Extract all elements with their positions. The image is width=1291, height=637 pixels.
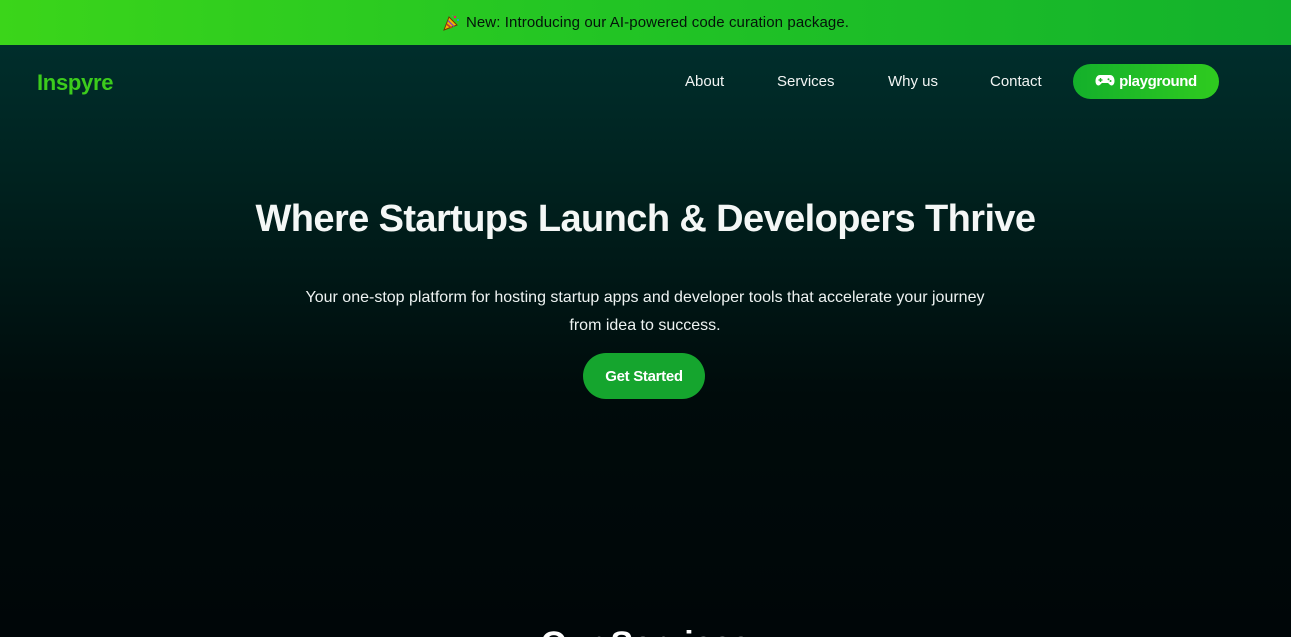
brand-logo[interactable]: Inspyre (37, 70, 113, 96)
gamepad-icon (1095, 73, 1115, 91)
playground-button[interactable]: playground (1073, 64, 1219, 99)
announcement-bar[interactable]: New: Introducing our AI-powered code cur… (0, 0, 1291, 45)
services-heading-clipped: Our Services (0, 624, 1291, 637)
nav-link-why-us[interactable]: Why us (888, 73, 938, 90)
landing-page: New: Introducing our AI-powered code cur… (0, 0, 1291, 637)
top-navbar: Inspyre About Services Why us Contact pl… (0, 45, 1291, 119)
get-started-button[interactable]: Get Started (583, 353, 705, 399)
hero-title: Where Startups Launch & Developers Thriv… (255, 198, 1037, 240)
playground-label: playground (1119, 73, 1197, 90)
party-popper-icon (442, 14, 460, 32)
hero-subtitle: Your one-stop platform for hosting start… (305, 289, 985, 334)
nav-link-contact[interactable]: Contact (990, 73, 1042, 90)
nav-link-about[interactable]: About (685, 73, 724, 90)
announcement-text: New: Introducing our AI-powered code cur… (465, 14, 850, 31)
section-heading: Our Services (0, 624, 1291, 637)
nav-link-services[interactable]: Services (777, 73, 835, 90)
